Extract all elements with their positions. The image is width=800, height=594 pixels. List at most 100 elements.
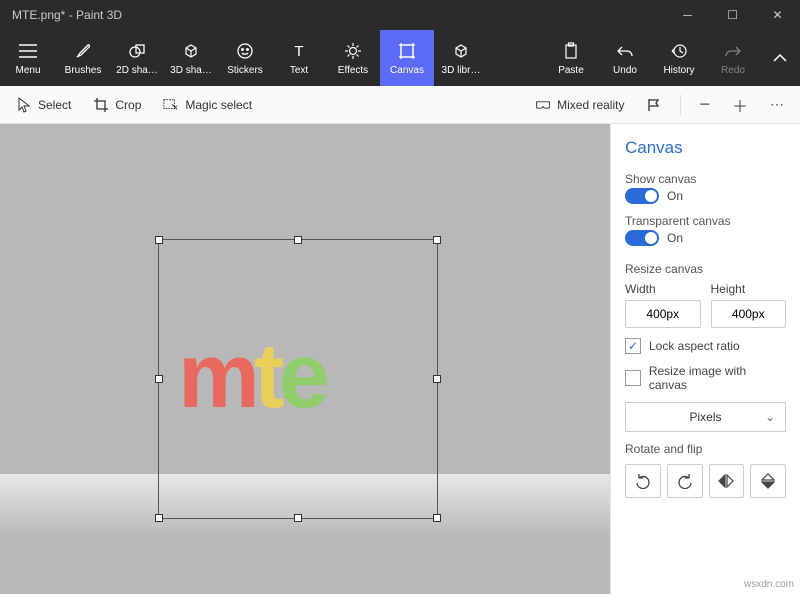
cursor-icon [16,97,32,113]
library3d-label: 3D libr… [442,65,481,76]
brush-icon [73,41,93,61]
canvas-panel: Canvas Show canvas On Transparent canvas… [610,124,800,594]
height-input[interactable] [711,300,787,328]
select-label: Select [38,98,71,112]
resize-handle[interactable] [433,375,441,383]
stickers-label: Stickers [227,65,263,76]
divider [680,95,681,115]
resize-handle[interactable] [433,236,441,244]
history-button[interactable]: History [652,30,706,86]
effects-label: Effects [338,65,368,76]
collapse-toolbar-button[interactable] [760,30,800,86]
crop-icon [93,97,109,113]
show-canvas-toggle[interactable] [625,188,659,204]
unit-select[interactable]: Pixels [625,402,786,432]
redo-button[interactable]: Redo [706,30,760,86]
flip-horizontal-icon [718,474,734,488]
menu-button[interactable]: Menu [0,30,56,86]
redo-icon [723,41,743,61]
rotate-left-button[interactable] [625,464,661,498]
resize-handle[interactable] [155,514,163,522]
transparent-canvas-label: Transparent canvas [625,214,786,228]
watermark: wsxdn.com [744,579,794,590]
resize-handle[interactable] [155,375,163,383]
library3d-tab[interactable]: 3D libr… [434,30,488,86]
paste-icon [561,41,581,61]
rotate-right-button[interactable] [667,464,703,498]
window-title: MTE.png* - Paint 3D [0,8,665,22]
show-canvas-label: Show canvas [625,172,786,186]
paste-label: Paste [558,65,584,76]
undo-icon [615,41,635,61]
main-toolbar: Menu Brushes 2D sha… 3D sha… Stickers T … [0,30,800,86]
canvas-viewport[interactable]: mte [0,124,610,594]
shapes3d-label: 3D sha… [170,65,212,76]
show-canvas-value: On [667,189,683,203]
resize-handle[interactable] [433,514,441,522]
text-icon: T [289,41,309,61]
shapes2d-label: 2D sha… [116,65,158,76]
plus-icon: ＋ [732,93,748,117]
menu-label: Menu [15,65,40,76]
canvas-tab[interactable]: Canvas [380,30,434,86]
more-button[interactable]: ⋯ [762,92,792,117]
selection-box-inner[interactable] [158,239,438,519]
crop-tool[interactable]: Crop [85,93,149,117]
magic-select-icon [163,97,179,113]
select-tool[interactable]: Select [8,93,79,117]
unit-select-value: Pixels [689,410,721,424]
panel-heading: Canvas [625,138,786,158]
resize-handle[interactable] [155,236,163,244]
shapes2d-tab[interactable]: 2D sha… [110,30,164,86]
stickers-tab[interactable]: Stickers [218,30,272,86]
secondary-toolbar: Select Crop Magic select Mixed reality −… [0,86,800,124]
resize-canvas-label: Resize canvas [625,262,786,276]
transparent-canvas-toggle[interactable] [625,230,659,246]
rotate-flip-label: Rotate and flip [625,442,786,456]
rotate-left-icon [635,473,651,489]
resize-image-label: Resize image with canvas [649,364,786,392]
undo-button[interactable]: Undo [598,30,652,86]
zoom-in-button[interactable]: ＋ [724,89,756,121]
zoom-out-button[interactable]: − [691,90,718,119]
text-tab[interactable]: T Text [272,30,326,86]
crop-label: Crop [115,98,141,112]
undo-label: Undo [613,65,637,76]
hamburger-icon [18,41,38,61]
shapes2d-icon [127,41,147,61]
effects-icon [343,41,363,61]
width-input[interactable] [625,300,701,328]
chevron-up-icon [772,53,788,63]
minus-icon: − [699,94,710,115]
height-label: Height [711,282,787,296]
lock-aspect-checkbox[interactable]: ✓ [625,338,641,354]
transparent-canvas-value: On [667,231,683,245]
minimize-button[interactable]: ─ [665,0,710,30]
brushes-label: Brushes [65,65,102,76]
flip-vertical-button[interactable] [750,464,786,498]
redo-label: Redo [721,65,745,76]
flag-icon [646,97,662,113]
maximize-button[interactable]: ☐ [710,0,755,30]
close-button[interactable]: ✕ [755,0,800,30]
history-label: History [663,65,694,76]
lock-aspect-label: Lock aspect ratio [649,339,740,353]
resize-handle[interactable] [294,514,302,522]
view3d-button[interactable] [638,93,670,117]
mixed-reality-label: Mixed reality [557,98,624,112]
magic-select-label: Magic select [185,98,252,112]
effects-tab[interactable]: Effects [326,30,380,86]
mixed-reality-icon [535,97,551,113]
canvas-label: Canvas [390,65,424,76]
paste-button[interactable]: Paste [544,30,598,86]
flip-horizontal-button[interactable] [709,464,745,498]
width-label: Width [625,282,701,296]
rotate-right-icon [677,473,693,489]
mixed-reality-button[interactable]: Mixed reality [527,93,632,117]
shapes3d-tab[interactable]: 3D sha… [164,30,218,86]
resize-handle[interactable] [294,236,302,244]
magic-select-tool[interactable]: Magic select [155,93,260,117]
resize-image-checkbox[interactable] [625,370,641,386]
titlebar: MTE.png* - Paint 3D ─ ☐ ✕ [0,0,800,30]
brushes-tab[interactable]: Brushes [56,30,110,86]
